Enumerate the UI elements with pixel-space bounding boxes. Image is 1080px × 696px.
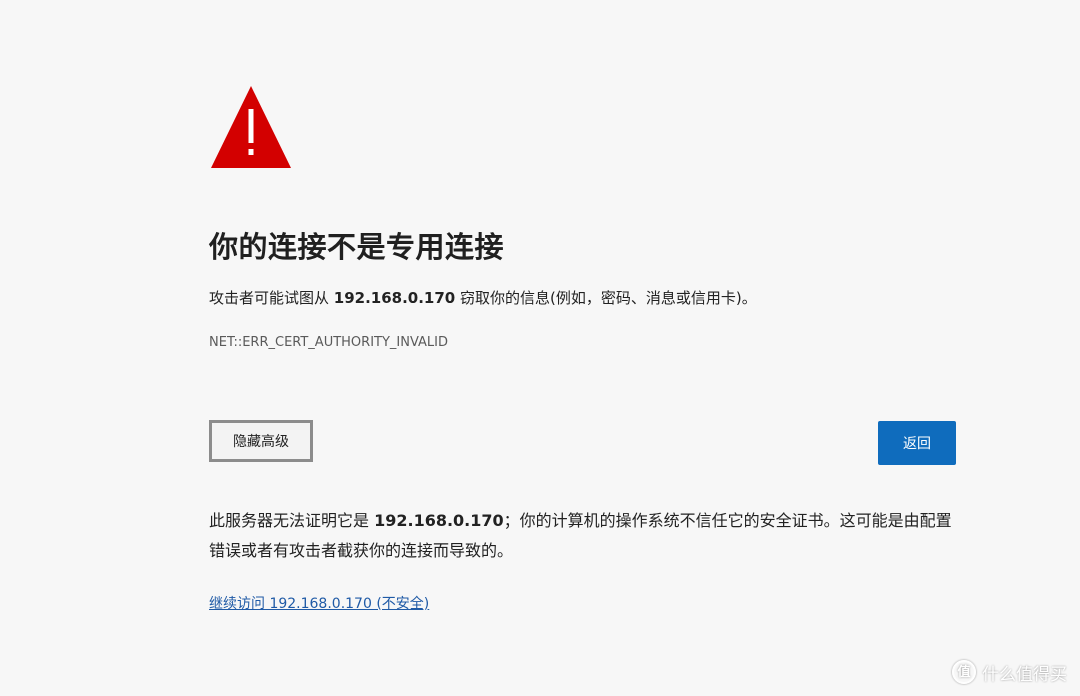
hide-advanced-button[interactable]: 隐藏高级 (209, 420, 313, 462)
intro-host: 192.168.0.170 (333, 289, 456, 307)
details-host: 192.168.0.170 (374, 511, 504, 530)
warning-exclamation-dot (248, 149, 254, 155)
intro-message: 攻击者可能试图从 192.168.0.170 窃取你的信息(例如，密码、消息或信… (209, 287, 757, 309)
intro-prefix: 攻击者可能试图从 (209, 289, 334, 307)
error-code: NET::ERR_CERT_AUTHORITY_INVALID (209, 335, 449, 350)
continue-unsafe-link[interactable]: 继续访问 192.168.0.170 (不安全) (209, 594, 429, 614)
page-title: 你的连接不是专用连接 (209, 230, 505, 264)
warning-triangle-icon (211, 86, 291, 168)
back-button[interactable]: 返回 (878, 421, 956, 465)
intro-suffix: 窃取你的信息(例如，密码、消息或信用卡)。 (455, 289, 757, 307)
warning-exclamation-bar (248, 109, 254, 143)
browser-error-page: 你的连接不是专用连接 攻击者可能试图从 192.168.0.170 窃取你的信息… (0, 0, 1080, 696)
details-prefix: 此服务器无法证明它是 (209, 511, 375, 530)
watermark-text: 什么值得买 (982, 664, 1067, 685)
certificate-details: 此服务器无法证明它是 192.168.0.170；你的计算机的操作系统不信任它的… (209, 506, 957, 566)
watermark-badge-icon: 值 (952, 660, 976, 684)
site-watermark: 值 什么值得买 (952, 658, 1067, 686)
